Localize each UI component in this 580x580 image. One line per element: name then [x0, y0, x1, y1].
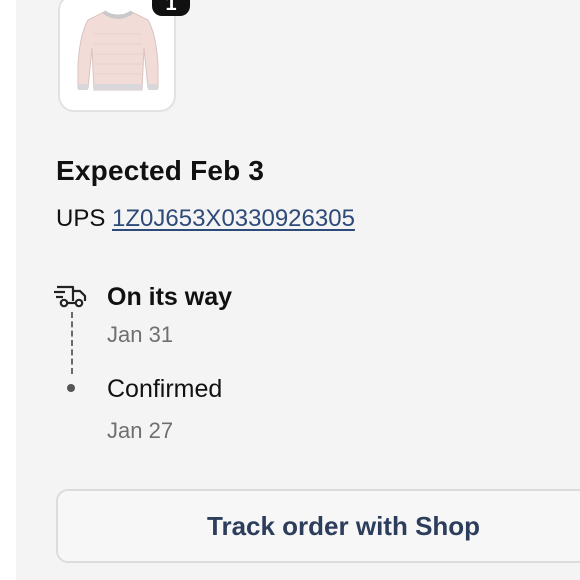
- event-date-confirmed: Jan 27: [107, 418, 174, 443]
- quantity-badge: 1: [152, 0, 190, 16]
- event-title-confirmed: Confirmed: [107, 375, 223, 403]
- event-title-on-its-way: On its way: [107, 283, 233, 311]
- sweater-image: [77, 10, 159, 91]
- event-date-on-its-way: Jan 31: [107, 322, 174, 347]
- track-order-button[interactable]: Track order with Shop: [56, 489, 580, 563]
- timeline-dot-icon: [67, 384, 75, 392]
- delivery-truck-icon: [54, 285, 87, 308]
- expected-delivery-heading: Expected Feb 3: [56, 155, 265, 186]
- track-order-label: Track order with Shop: [207, 511, 481, 541]
- carrier-tracking-line: UPS 1Z0J653X0330926305: [56, 205, 355, 233]
- quantity-value: 1: [165, 0, 177, 15]
- tracking-number-link[interactable]: 1Z0J653X0330926305: [112, 205, 355, 232]
- product-thumbnail[interactable]: 1: [58, 0, 190, 112]
- timeline-connector: [71, 312, 73, 374]
- carrier-name: UPS: [56, 205, 106, 232]
